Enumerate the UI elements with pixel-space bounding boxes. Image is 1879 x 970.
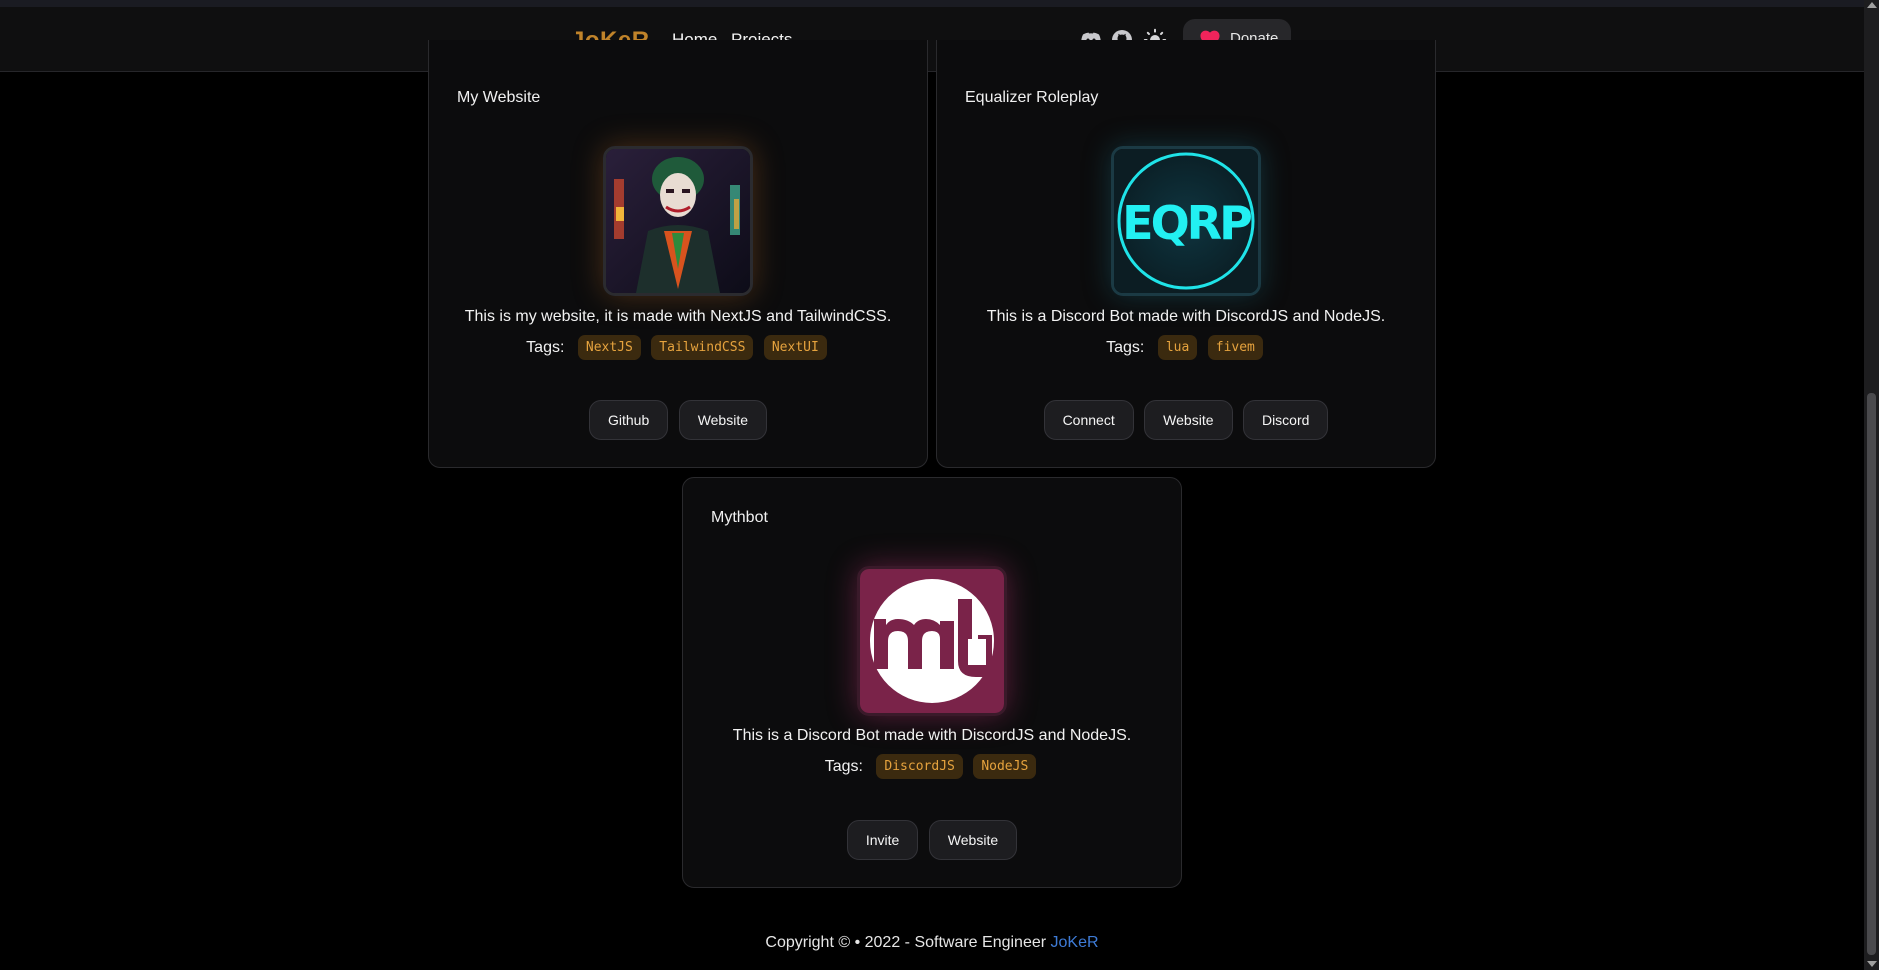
project-card-equalizer-roleplay: Equalizer Roleplay EQRP This is a Discor… xyxy=(936,40,1436,468)
tags-label: Tags: xyxy=(1106,338,1145,356)
tag-chip: TailwindCSS xyxy=(651,335,754,360)
footer-copyright: Copyright © • 2022 - Software Engineer xyxy=(765,934,1047,951)
project-card-mythbot: Mythbot This is a Discord Bot made with … xyxy=(682,477,1182,888)
project-card-my-website: My Website This is my website, it is mad… xyxy=(428,40,928,468)
website-button[interactable]: Website xyxy=(678,400,768,440)
invite-button[interactable]: Invite xyxy=(846,820,919,860)
joker-logo-image xyxy=(603,146,753,296)
eqrp-logo-image: EQRP xyxy=(1111,146,1261,296)
eqrp-logo-text: EQRP xyxy=(1122,196,1251,250)
top-strip xyxy=(0,0,1864,7)
scrollbar-thumb[interactable] xyxy=(1867,393,1876,955)
website-button[interactable]: Website xyxy=(928,820,1018,860)
button-row: Invite Website xyxy=(683,820,1181,860)
project-description: This is a Discord Bot made with DiscordJ… xyxy=(732,727,1132,744)
website-button[interactable]: Website xyxy=(1144,400,1233,440)
scroll-down-arrow-icon[interactable] xyxy=(1867,961,1877,967)
tag-chip: fivem xyxy=(1207,335,1263,360)
discord-button[interactable]: Discord xyxy=(1242,400,1329,440)
tags-row: Tags: lua fivem xyxy=(937,335,1435,360)
project-description: This is my website, it is made with Next… xyxy=(464,308,892,325)
tag-chip: lua xyxy=(1157,335,1198,360)
tag-chip: NodeJS xyxy=(973,754,1037,779)
github-button[interactable]: Github xyxy=(588,400,669,440)
tags-label: Tags: xyxy=(526,338,565,356)
tag-chip: DiscordJS xyxy=(876,754,963,779)
tag-chip: NextUI xyxy=(763,335,827,360)
tag-chip: NextJS xyxy=(577,335,641,360)
button-row: Github Website xyxy=(429,400,927,440)
button-row: Connect Website Discord xyxy=(937,400,1435,440)
tags-label: Tags: xyxy=(824,757,863,775)
footer-author-link[interactable]: JoKeR xyxy=(1051,934,1099,951)
footer: Copyright © • 2022 - Software Engineer J… xyxy=(0,934,1864,952)
navbar: JoKeR Home Projects xyxy=(0,7,1864,72)
project-description: This is a Discord Bot made with DiscordJ… xyxy=(986,308,1386,325)
connect-button[interactable]: Connect xyxy=(1043,400,1134,440)
mythbot-logo-image xyxy=(857,566,1007,716)
project-title: Equalizer Roleplay xyxy=(965,89,1099,106)
project-title: Mythbot xyxy=(711,509,768,526)
scroll-up-arrow-icon[interactable] xyxy=(1867,2,1877,8)
tags-row: Tags: NextJS TailwindCSS NextUI xyxy=(429,335,927,360)
scrollbar[interactable] xyxy=(1864,0,1879,970)
project-title: My Website xyxy=(457,89,541,106)
tags-row: Tags: DiscordJS NodeJS xyxy=(683,754,1181,779)
